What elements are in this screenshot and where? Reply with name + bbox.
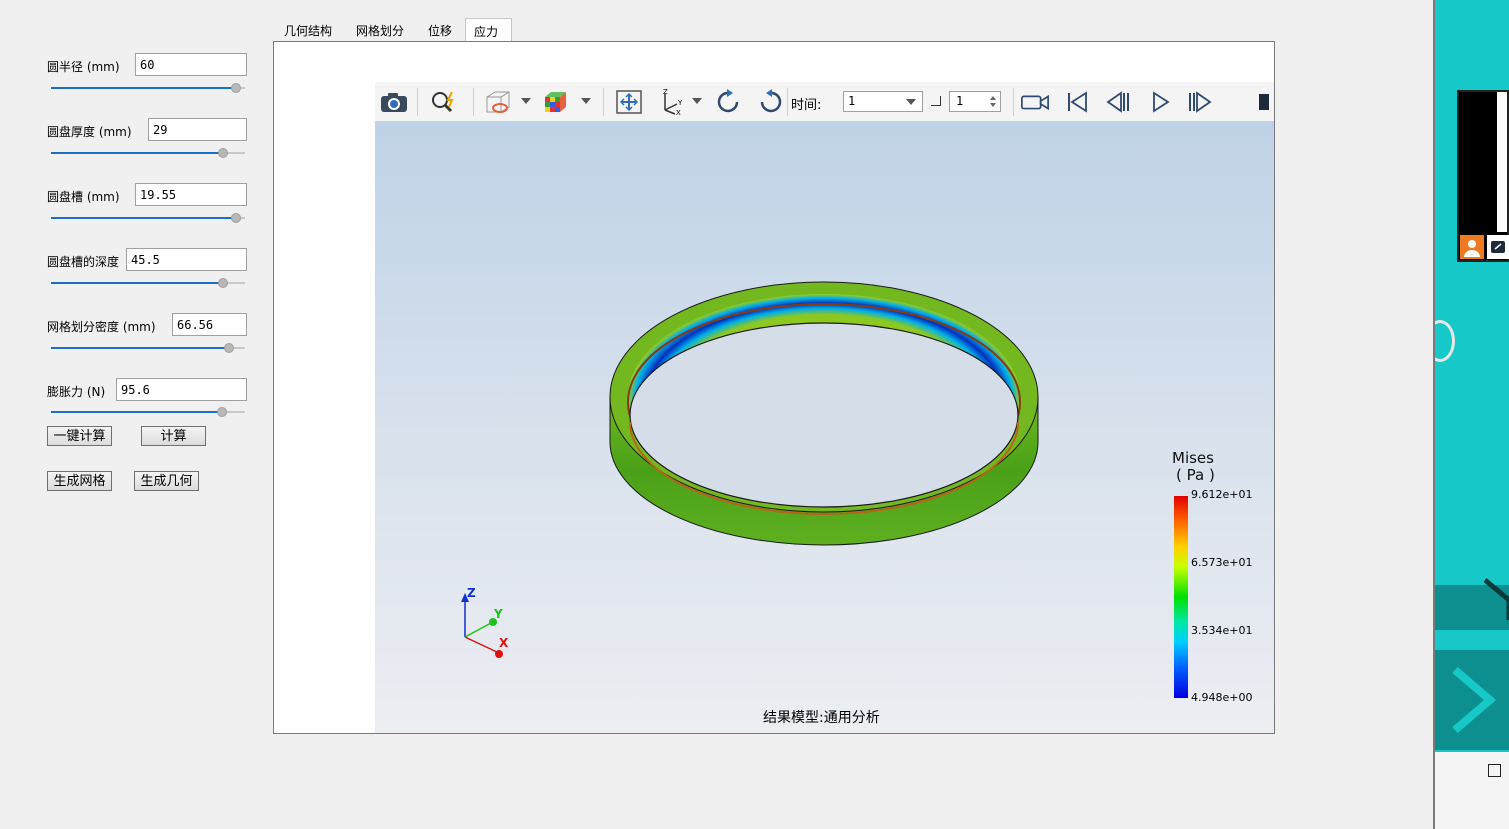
- mesh-density-label: 网格划分密度 (mm): [47, 320, 156, 334]
- zoom-icon[interactable]: [429, 88, 459, 116]
- expansion-force-label: 膨胀力 (N): [47, 385, 106, 399]
- expansion-force-input[interactable]: [116, 378, 247, 401]
- user-icon[interactable]: [1460, 235, 1484, 259]
- legend-value-max: 9.612e+01: [1191, 488, 1253, 501]
- prev-frame-icon[interactable]: [1103, 88, 1133, 116]
- disk-thickness-slider[interactable]: [51, 148, 245, 158]
- ring-model: [609, 281, 1039, 546]
- result-viewer[interactable]: ZYX 时间: 1 1 Z Y X Mises (Pa) 9.612e+01…: [375, 82, 1274, 733]
- viewer-toolbar: Z YX 时间: 1 1: [375, 82, 1274, 122]
- groove-depth-slider[interactable]: [51, 278, 245, 288]
- disk-groove-label: 圆盘槽 (mm): [47, 190, 120, 204]
- rotate-cw-icon[interactable]: [714, 88, 744, 116]
- svg-text:Y: Y: [677, 99, 683, 107]
- share-icon[interactable]: [1487, 235, 1509, 259]
- camera-icon[interactable]: [379, 88, 409, 116]
- step-value: 1: [956, 94, 964, 108]
- tab-geometry[interactable]: 几何结构: [276, 18, 340, 42]
- decor-ring: [1435, 320, 1455, 362]
- chevron-down-icon: [906, 99, 916, 105]
- triad-y-label: Y: [493, 607, 503, 621]
- step-spinbox[interactable]: 1: [949, 91, 1001, 112]
- spin-up-icon[interactable]: [990, 96, 996, 100]
- tab-stress[interactable]: 应力: [465, 18, 512, 43]
- groove-depth-label: 圆盘槽的深度: [47, 255, 120, 269]
- decor-graphic: [1435, 578, 1509, 750]
- legend-value-3: 3.534e+01: [1191, 624, 1253, 637]
- play-icon[interactable]: [1145, 88, 1175, 116]
- axis-orient-icon[interactable]: Z YX: [657, 88, 687, 116]
- radius-label: 圆半径 (mm): [47, 60, 120, 74]
- result-model-label: 结果模型:通用分析: [763, 710, 880, 726]
- tab-mesh[interactable]: 网格划分: [348, 18, 412, 42]
- time-label: 时间:: [791, 98, 822, 113]
- disk-groove-input[interactable]: [135, 183, 247, 206]
- legend-color-bar: [1174, 496, 1188, 698]
- calc-button[interactable]: 计算: [141, 426, 206, 446]
- first-frame-icon[interactable]: [1062, 88, 1092, 116]
- radius-input[interactable]: [135, 53, 247, 76]
- time-select[interactable]: 1: [843, 91, 923, 112]
- expansion-force-slider[interactable]: [51, 407, 245, 417]
- step-marker-icon: [931, 96, 941, 106]
- triad-z-label: Z: [467, 587, 476, 600]
- time-select-value: 1: [848, 94, 856, 108]
- svg-text:Z: Z: [663, 88, 668, 96]
- record-icon[interactable]: [1020, 88, 1050, 116]
- axis-triad: Z Y X: [461, 587, 509, 658]
- fit-view-icon[interactable]: [614, 88, 644, 116]
- spin-down-icon[interactable]: [990, 103, 996, 107]
- display-mode-icon[interactable]: [483, 88, 513, 116]
- generate-mesh-button[interactable]: 生成网格: [47, 471, 112, 491]
- svg-text:X: X: [676, 109, 681, 116]
- toolbar-overflow-icon[interactable]: [1259, 94, 1269, 110]
- groove-depth-input[interactable]: [126, 248, 247, 271]
- maximize-icon[interactable]: [1488, 764, 1501, 777]
- mesh-density-slider[interactable]: [51, 343, 245, 353]
- legend-unit: ( Pa ): [1176, 466, 1215, 484]
- taskbar-area: [1435, 752, 1509, 829]
- next-frame-icon[interactable]: [1185, 88, 1215, 116]
- one-click-calc-button[interactable]: 一键计算: [47, 426, 112, 446]
- triad-x-label: X: [499, 636, 509, 650]
- side-window: [1435, 0, 1509, 829]
- disk-thickness-label: 圆盘厚度 (mm): [47, 125, 132, 139]
- radius-slider[interactable]: [51, 83, 245, 93]
- disk-groove-slider[interactable]: [51, 213, 245, 223]
- tab-content-frame: ZYX 时间: 1 1 Z Y X Mises (Pa) 9.612e+01…: [273, 41, 1275, 734]
- legend-value-min: 4.948e+00: [1191, 691, 1253, 704]
- tab-displacement[interactable]: 位移: [420, 18, 460, 42]
- legend-value-2: 6.573e+01: [1191, 556, 1253, 569]
- mesh-density-input[interactable]: [172, 313, 247, 336]
- rotate-ccw-icon[interactable]: [755, 88, 785, 116]
- color-cube-icon[interactable]: [541, 88, 571, 116]
- generate-geometry-button[interactable]: 生成几何: [134, 471, 199, 491]
- disk-thickness-input[interactable]: [148, 118, 247, 141]
- legend-title: Mises: [1172, 449, 1214, 467]
